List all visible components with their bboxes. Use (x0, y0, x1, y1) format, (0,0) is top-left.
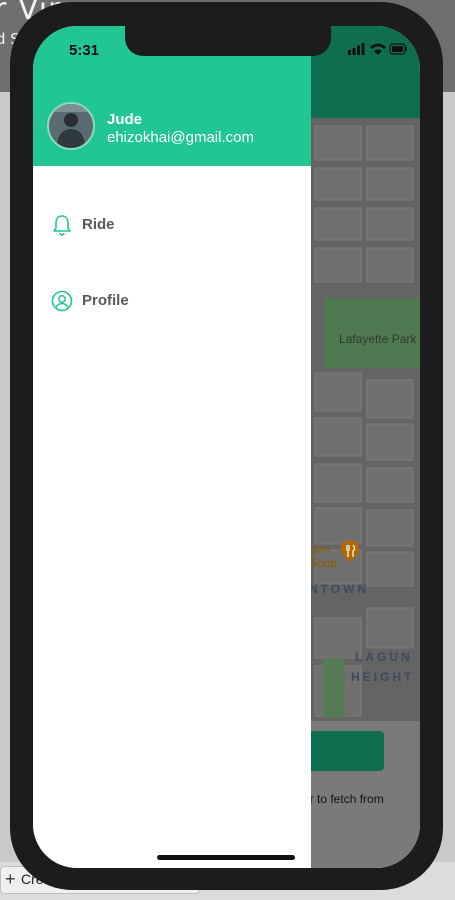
phone-frame: Lafayette Park jijim Soup NTOWN LAGUN HE… (10, 2, 443, 890)
user-email: ehizokhai@gmail.com (107, 129, 254, 146)
home-indicator (157, 855, 295, 860)
plus-icon: + (5, 869, 16, 889)
restaurant-label-line2: Soup (309, 556, 338, 570)
menu-item-label: Ride (82, 216, 115, 233)
app-bottom-note: ar to fetch from (303, 792, 384, 806)
menu-item-ride[interactable]: Ride (51, 212, 291, 240)
restaurant-pin-icon[interactable] (341, 540, 359, 562)
menu-item-label: Profile (82, 292, 129, 309)
area-label-line2: HEIGHT (351, 670, 415, 684)
avatar-photo (49, 104, 93, 148)
park-label: Lafayette Park (339, 332, 417, 346)
restaurant-label-line1: jijim (309, 542, 330, 556)
district-label: NTOWN (309, 582, 370, 596)
menu-item-profile[interactable]: Profile (51, 288, 291, 316)
status-time: 5:31 (69, 42, 100, 59)
avatar[interactable] (47, 102, 95, 150)
area-label-line1: LAGUN (355, 650, 413, 664)
navigation-drawer: Jude ehizokhai@gmail.com Ride Profile (33, 26, 311, 868)
restaurant-label: jijim Soup (309, 542, 337, 570)
signal-wifi-battery-icon (348, 43, 407, 55)
status-icons (348, 42, 408, 61)
status-bar: 5:31 (33, 26, 420, 70)
bell-icon (53, 215, 71, 236)
notch (125, 26, 331, 56)
user-name: Jude (107, 111, 143, 128)
user-circle-icon (51, 290, 73, 312)
phone-screen: Lafayette Park jijim Soup NTOWN LAGUN HE… (33, 26, 420, 868)
